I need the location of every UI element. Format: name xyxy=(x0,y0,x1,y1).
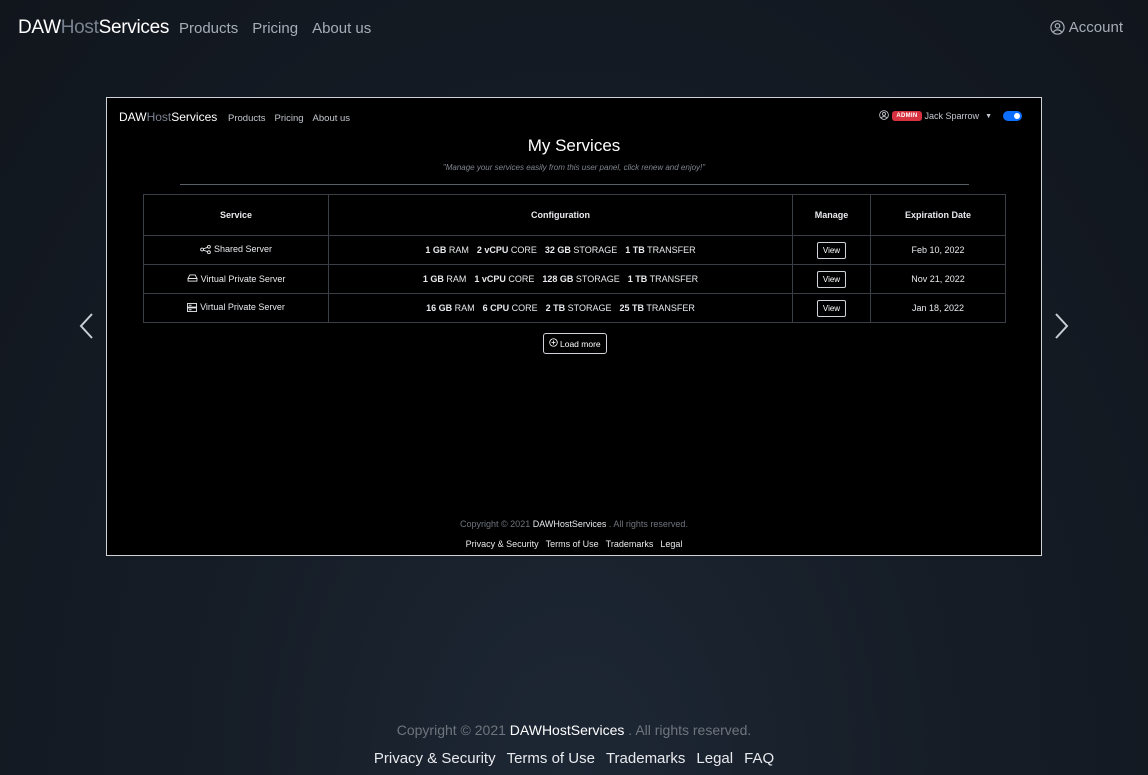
account-label: Account xyxy=(1068,19,1123,36)
view-button: View xyxy=(816,270,847,288)
service-cell: Shared Server xyxy=(143,235,329,265)
expiration-cell: Jan 18, 2022 xyxy=(870,293,1006,323)
divider xyxy=(180,184,969,185)
caret-down-icon: ▼ xyxy=(985,112,992,120)
preview-navbar: DAWHostServices Products Pricing About u… xyxy=(107,98,1041,138)
nav-products[interactable]: Products xyxy=(179,20,238,37)
server-icon xyxy=(187,302,198,314)
footer-legal-link[interactable]: Legal xyxy=(696,750,733,767)
carousel-next-arrow-icon[interactable] xyxy=(1054,312,1070,340)
view-button: View xyxy=(816,241,847,259)
expiration-cell: Nov 21, 2022 xyxy=(870,264,1006,294)
user-circle-icon xyxy=(879,110,890,122)
preview-footer-trademarks: Trademarks xyxy=(605,539,654,549)
configuration-cell: 16 GB RAM 6 CPU CORE 2 TB STORAGE 25 TB TRA… xyxy=(328,293,793,323)
table-row: Virtual Private Server 1 GB RAM 1 vCPU CO… xyxy=(143,264,1006,294)
expiration-cell: Feb 10, 2022 xyxy=(870,235,1006,265)
manage-cell: View xyxy=(792,293,871,323)
service-cell: Virtual Private Server xyxy=(143,293,329,323)
user-circle-icon xyxy=(1050,20,1065,35)
column-header-manage: Manage xyxy=(792,194,871,236)
preview-nav-pricing: Pricing xyxy=(274,113,304,124)
view-button: View xyxy=(816,299,847,317)
configuration-cell: 1 GB RAM 2 vCPU CORE 32 GB STORAGE 1 TB TRA… xyxy=(328,235,793,265)
footer-copyright: Copyright © 2021 DAWHostServices . All r… xyxy=(396,722,752,738)
preview-user-name: Jack Sparrow xyxy=(924,111,980,121)
footer-trademarks-link[interactable]: Trademarks xyxy=(606,750,685,767)
preview-nav: Products Pricing About us xyxy=(228,113,350,124)
preview-brand-logo: DAWHostServices xyxy=(119,110,218,124)
preview-footer-links: Privacy & Security Terms of Use Trademar… xyxy=(107,539,1041,549)
manage-cell: View xyxy=(792,235,871,265)
preview-footer-terms: Terms of Use xyxy=(545,539,599,549)
brand-logo[interactable]: DAWHostServices xyxy=(18,17,169,39)
footer-links: Privacy & Security Terms of Use Trademar… xyxy=(0,750,1148,767)
configuration-cell: 1 GB RAM 1 vCPU CORE 128 GB STORAGE 1 TB TR… xyxy=(328,264,793,294)
preview-footer-copyright: Copyright © 2021 DAWHostServices . All r… xyxy=(460,519,688,529)
services-table: Service Configuration Manage Expiration … xyxy=(143,194,1006,323)
preview-footer-legal: Legal xyxy=(660,539,683,549)
nav-pricing[interactable]: Pricing xyxy=(252,20,298,37)
footer-privacy-link[interactable]: Privacy & Security xyxy=(374,750,496,767)
theme-toggle xyxy=(1003,111,1022,121)
manage-cell: View xyxy=(792,264,871,294)
table-row: Virtual Private Server 16 GB RAM 6 CPU CO… xyxy=(143,293,1006,323)
footer-terms-link[interactable]: Terms of Use xyxy=(507,750,595,767)
table-header-row: Service Configuration Manage Expiration … xyxy=(143,194,1006,236)
admin-badge: ADMIN xyxy=(892,111,922,121)
column-header-configuration: Configuration xyxy=(328,194,793,236)
preview-footer-privacy: Privacy & Security xyxy=(465,539,539,549)
page-subtitle: "Manage your services easily from this u… xyxy=(442,163,706,172)
table-row: Shared Server 1 GB RAM 2 vCPU CORE 32 GB S… xyxy=(143,235,1006,265)
top-navbar: DAWHostServices Products Pricing About u… xyxy=(0,0,1148,58)
main-nav: Products Pricing About us xyxy=(179,20,371,37)
column-header-expiration-date: Expiration Date xyxy=(870,194,1006,236)
carousel-prev-arrow-icon[interactable] xyxy=(78,312,94,340)
page-title: My Services xyxy=(527,136,621,155)
column-header-service: Service xyxy=(143,194,329,236)
preview-nav-products: Products xyxy=(228,113,266,124)
nav-about-us[interactable]: About us xyxy=(312,20,371,37)
hdd-icon xyxy=(186,274,198,284)
preview-nav-about-us: About us xyxy=(312,113,351,124)
preview-user-menu: ADMIN Jack Sparrow ▼ xyxy=(879,110,1022,122)
service-cell: Virtual Private Server xyxy=(143,264,329,294)
footer-faq-link[interactable]: FAQ xyxy=(744,750,774,767)
plus-circle-icon xyxy=(549,338,558,349)
account-link[interactable]: Account xyxy=(1050,19,1123,36)
carousel-slide-screenshot: DAWHostServices Products Pricing About u… xyxy=(106,97,1042,556)
share-icon xyxy=(200,244,211,256)
load-more-button: Load more xyxy=(543,333,607,354)
